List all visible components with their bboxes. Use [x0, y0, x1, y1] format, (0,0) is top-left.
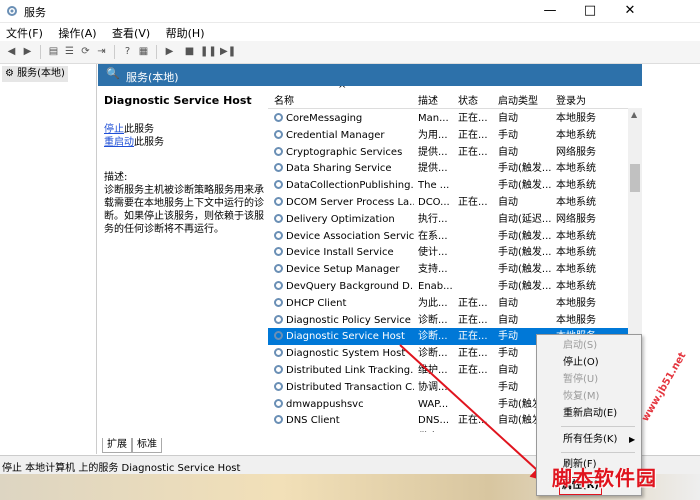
menu-item-stop[interactable]: 停止(O) [563, 355, 599, 371]
menu-item-resume[interactable]: 恢复(M) [563, 389, 599, 405]
submenu-chevron-icon: ▶ [629, 435, 636, 444]
menu-item-restart[interactable]: 重新启动(E) [563, 406, 617, 422]
watermark-brand: 脚本软件园 [552, 466, 657, 490]
menu-item-all-tasks[interactable]: 所有任务(K) [563, 432, 617, 448]
menu-separator [561, 452, 635, 453]
menu-separator [561, 426, 635, 427]
menu-item-pause[interactable]: 暂停(U) [563, 372, 598, 388]
menu-item-start[interactable]: 启动(S) [563, 338, 597, 354]
